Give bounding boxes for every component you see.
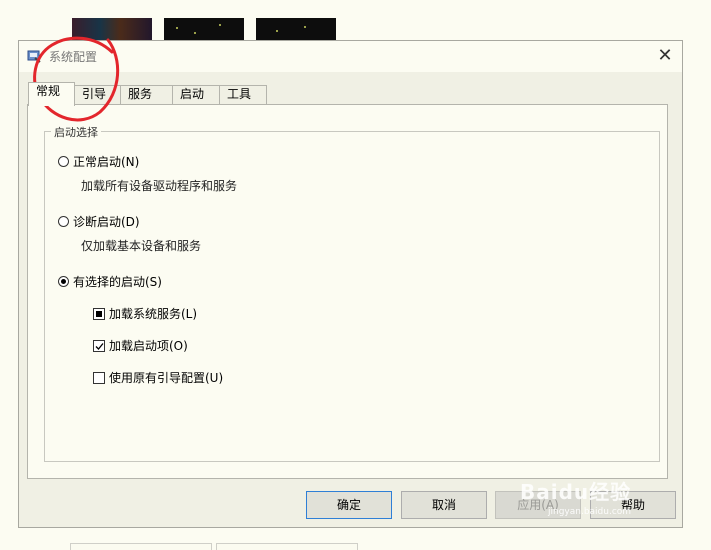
cancel-button[interactable]: 取消	[401, 491, 487, 519]
background-thumbnail-1	[72, 18, 152, 40]
msconfig-app-icon	[27, 49, 41, 63]
checkbox-checked-icon	[93, 339, 105, 352]
tab-tools[interactable]: 工具	[219, 85, 267, 104]
radio-circle-icon	[58, 156, 69, 167]
window-title: 系统配置	[49, 50, 98, 64]
background-thumbnail-2	[164, 18, 244, 40]
checkbox-unchecked-icon	[93, 371, 105, 384]
normal-startup-radio[interactable]: 正常启动(N)	[58, 153, 139, 170]
close-button[interactable]: ✕	[648, 41, 682, 72]
checkbox-indeterminate-icon	[93, 307, 105, 320]
system-config-dialog: 系统配置 ✕ 常规 引导 服务 启动 工具 启动选择 正常启动(N) 加载所有设…	[18, 40, 683, 528]
radio-circle-icon	[58, 216, 69, 227]
startup-selection-group: 启动选择 正常启动(N) 加载所有设备驱动程序和服务 诊断启动(D) 仅加载基本…	[44, 124, 660, 462]
selective-startup-radio[interactable]: 有选择的启动(S)	[58, 273, 162, 290]
general-tab-panel: 启动选择 正常启动(N) 加载所有设备驱动程序和服务 诊断启动(D) 仅加载基本…	[27, 104, 668, 479]
load-system-services-checkbox[interactable]: 加载系统服务(L)	[93, 305, 197, 322]
radio-selected-icon	[58, 276, 69, 287]
normal-startup-description: 加载所有设备驱动程序和服务	[81, 179, 238, 193]
baidu-watermark: Baidu经验	[520, 480, 632, 504]
close-icon: ✕	[657, 45, 673, 66]
tab-general[interactable]: 常规	[28, 82, 75, 106]
diagnostic-startup-radio[interactable]: 诊断启动(D)	[58, 213, 140, 230]
load-startup-items-checkbox[interactable]: 加载启动项(O)	[93, 337, 188, 354]
title-bar[interactable]: 系统配置 ✕	[19, 41, 682, 72]
tab-boot[interactable]: 引导	[74, 85, 121, 104]
group-legend: 启动选择	[51, 124, 101, 140]
ok-button[interactable]: 确定	[306, 491, 392, 519]
baidu-watermark-url: jingyan.baidu.com	[548, 507, 632, 517]
diagnostic-startup-description: 仅加载基本设备和服务	[81, 239, 202, 253]
use-original-boot-config-checkbox[interactable]: 使用原有引导配置(U)	[93, 369, 223, 386]
tab-services[interactable]: 服务	[120, 85, 173, 104]
background-thumbnail-3	[256, 18, 336, 40]
tab-startup[interactable]: 启动	[172, 85, 220, 104]
